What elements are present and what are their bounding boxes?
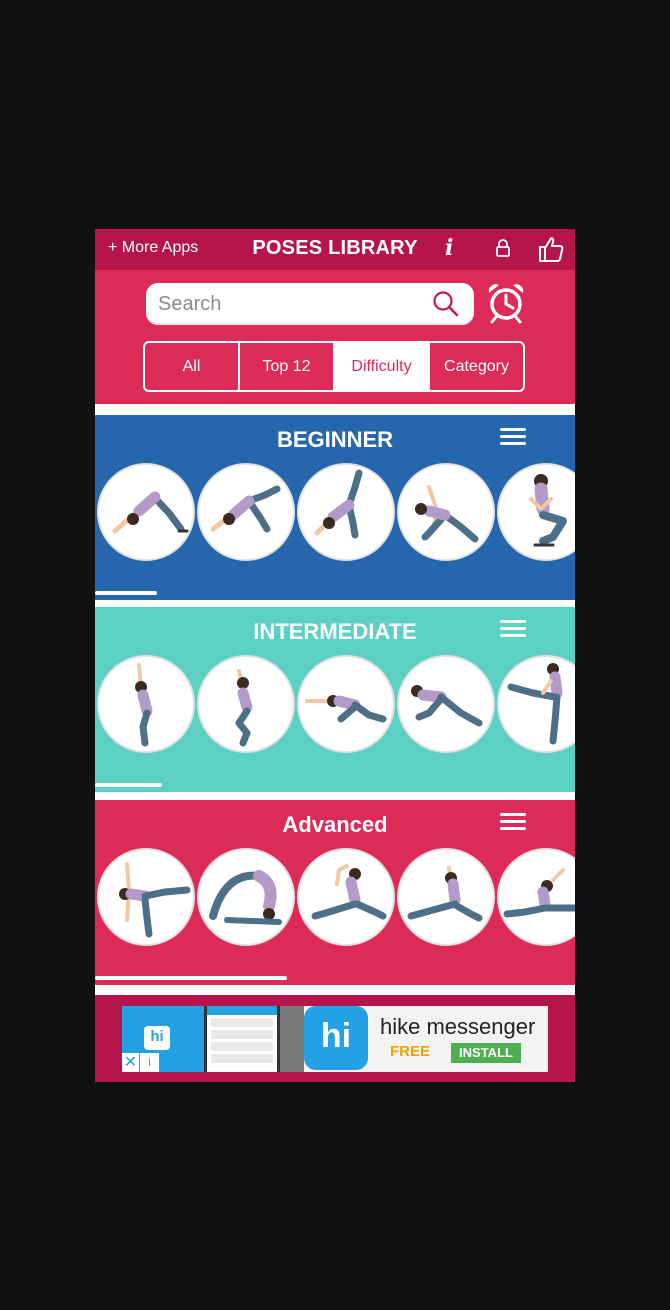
- ad-banner-area: hi hi hike messenger FREE INSTALL ✕ i: [95, 995, 575, 1082]
- pose-thumbnail[interactable]: [397, 655, 495, 753]
- pose-list[interactable]: [97, 848, 575, 946]
- tab-top-12[interactable]: Top 12: [240, 343, 335, 390]
- install-button[interactable]: INSTALL: [451, 1043, 521, 1063]
- pose-thumbnail[interactable]: [497, 463, 575, 561]
- pose-list[interactable]: [97, 655, 575, 753]
- pose-thumbnail[interactable]: [297, 463, 395, 561]
- ad-phone-screenshot: [204, 1006, 280, 1072]
- info-icon[interactable]: i: [140, 1053, 159, 1072]
- pose-thumbnail[interactable]: [397, 463, 495, 561]
- scroll-indicator[interactable]: [95, 783, 162, 787]
- menu-icon[interactable]: [500, 813, 526, 833]
- pose-thumbnail[interactable]: [497, 655, 575, 753]
- pose-thumbnail[interactable]: [397, 848, 495, 946]
- pose-thumbnail[interactable]: [197, 848, 295, 946]
- scroll-indicator[interactable]: [95, 591, 157, 595]
- hike-logo: hi: [304, 1006, 368, 1070]
- ad-sticker-panel: [280, 1006, 304, 1072]
- section-beginner: BEGINNER: [95, 415, 575, 600]
- info-icon[interactable]: i: [445, 235, 453, 261]
- filter-tabs: All Top 12 Difficulty Category: [143, 341, 525, 392]
- menu-icon[interactable]: [500, 428, 526, 448]
- app-screen: + More Apps POSES LIBRARY i Search All T…: [95, 229, 575, 1082]
- tab-difficulty[interactable]: Difficulty: [335, 343, 430, 390]
- hike-small-logo: hi: [144, 1026, 170, 1050]
- pose-list[interactable]: [97, 463, 575, 561]
- pose-thumbnail[interactable]: [497, 848, 575, 946]
- pose-thumbnail[interactable]: [297, 655, 395, 753]
- search-icon[interactable]: [432, 290, 460, 318]
- header-panel: All Top 12 Difficulty Category: [95, 270, 575, 404]
- pose-thumbnail[interactable]: [97, 848, 195, 946]
- pose-thumbnail[interactable]: [197, 655, 295, 753]
- alarm-clock-icon[interactable]: [486, 282, 526, 324]
- ad-banner[interactable]: hi hi hike messenger FREE INSTALL ✕ i: [122, 1006, 548, 1072]
- pose-thumbnail[interactable]: [297, 848, 395, 946]
- search-input[interactable]: [158, 290, 418, 318]
- lock-icon[interactable]: [495, 239, 511, 257]
- scroll-indicator[interactable]: [95, 976, 287, 980]
- search-box[interactable]: [146, 283, 474, 325]
- close-icon[interactable]: ✕: [122, 1053, 139, 1072]
- tab-all[interactable]: All: [145, 343, 240, 390]
- pose-thumbnail[interactable]: [197, 463, 295, 561]
- tab-category[interactable]: Category: [430, 343, 523, 390]
- menu-icon[interactable]: [500, 620, 526, 640]
- section-intermediate: INTERMEDIATE: [95, 607, 575, 792]
- pose-thumbnail[interactable]: [97, 463, 195, 561]
- ad-price: FREE: [390, 1043, 431, 1060]
- thumbs-up-icon[interactable]: [537, 235, 565, 263]
- ad-app-name: hike messenger: [380, 1014, 536, 1039]
- pose-thumbnail[interactable]: [97, 655, 195, 753]
- top-bar: + More Apps POSES LIBRARY i: [95, 229, 575, 270]
- section-advanced: Advanced: [95, 800, 575, 985]
